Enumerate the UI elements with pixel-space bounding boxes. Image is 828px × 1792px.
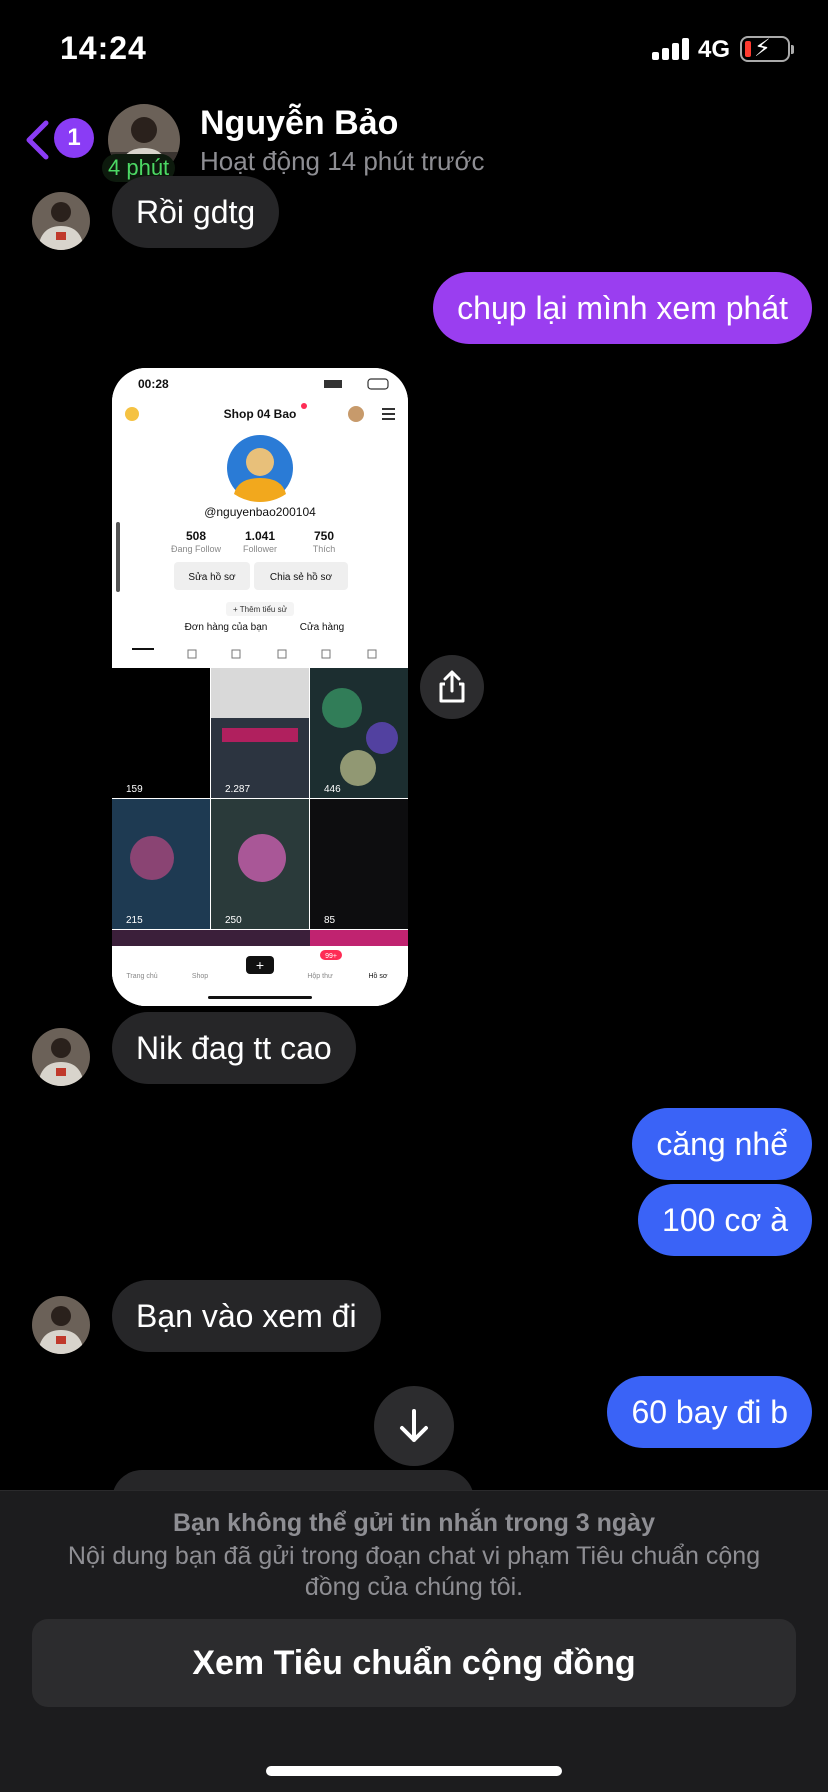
svg-text:Trang chủ: Trang chủ [126,972,157,980]
shared-screenshot-image[interactable]: 00:28 Shop 04 Bao @nguyenbao200104 508 Đ… [112,368,408,1006]
arrow-down-icon [400,1409,428,1442]
svg-text:Sửa hồ sơ: Sửa hồ sơ [188,571,236,583]
svg-text:Shop: Shop [192,973,208,980]
messaging-restriction-notice: Bạn không thể gửi tin nhắn trong 3 ngày … [0,1490,828,1792]
notice-title: Bạn không thể gửi tin nhắn trong 3 ngày [173,1509,655,1537]
mini-clock: 00:28 [138,377,169,391]
home-indicator[interactable] [266,1766,562,1776]
cellular-signal-icon [652,38,689,60]
svg-text:Cửa hàng: Cửa hàng [300,621,345,633]
status-bar: 14:24 4G ⚡ [0,0,828,100]
message-bubble-incoming[interactable]: Bạn vào xem đi [112,1280,381,1352]
share-icon [439,670,465,703]
svg-text:446: 446 [324,784,341,795]
svg-text:508: 508 [186,529,206,543]
contact-status: Hoạt động 14 phút trước [200,146,485,176]
svg-text:1.041: 1.041 [245,529,275,543]
view-community-standards-button[interactable]: Xem Tiêu chuẩn cộng đồng [32,1619,796,1707]
scroll-to-bottom-button[interactable] [374,1386,454,1466]
sender-avatar[interactable] [32,1028,90,1086]
svg-text:+ Thêm tiểu sử: + Thêm tiểu sử [233,605,288,614]
mini-shop-title: Shop 04 Bao [224,407,297,421]
svg-text:215: 215 [126,915,143,926]
sender-avatar[interactable] [32,1296,90,1354]
message-bubble-outgoing[interactable]: 100 cơ à [638,1184,812,1256]
message-bubble-outgoing[interactable]: căng nhể [632,1108,812,1180]
contact-name[interactable]: Nguyễn Bảo [200,104,398,143]
message-bubble-incoming[interactable]: Rồi gdtg [112,176,280,248]
svg-text:99+: 99+ [325,953,337,960]
svg-text:Đơn hàng của bạn: Đơn hàng của bạn [185,621,268,633]
svg-text:Chia sẻ hồ sơ: Chia sẻ hồ sơ [270,571,333,583]
unread-count-badge: 1 [54,118,94,158]
svg-text:2.287: 2.287 [225,784,250,795]
battery-icon: ⚡ [740,36,794,62]
svg-text:Follower: Follower [243,544,277,554]
mini-username: @nguyenbao200104 [204,505,316,519]
back-button[interactable]: 1 [24,114,94,162]
network-type: 4G [698,36,731,63]
svg-text:750: 750 [314,529,334,543]
share-button[interactable] [420,655,484,719]
svg-text:Đang Follow: Đang Follow [171,544,222,554]
message-bubble-outgoing[interactable]: 60 bay đi b [607,1376,812,1448]
svg-text:Hồ sơ: Hồ sơ [369,971,388,980]
svg-text:+: + [256,957,264,973]
svg-text:Thích: Thích [313,544,336,554]
chevron-left-icon [26,120,49,160]
svg-text:250: 250 [225,915,242,926]
chat-header: 1 4 phút Nguyễn Bảo Hoạt động 14 phút tr… [0,100,828,182]
svg-text:159: 159 [126,784,143,795]
notice-body: Nội dung bạn đã gửi trong đoạn chat vi p… [67,1542,761,1601]
sender-avatar[interactable] [32,192,90,250]
svg-text:Hộp thư: Hộp thư [307,973,333,980]
clock: 14:24 [60,30,147,66]
message-bubble-incoming[interactable]: Nik đag tt cao [112,1012,356,1084]
message-bubble-outgoing[interactable]: chụp lại mình xem phát [433,272,812,344]
svg-text:85: 85 [324,915,336,926]
